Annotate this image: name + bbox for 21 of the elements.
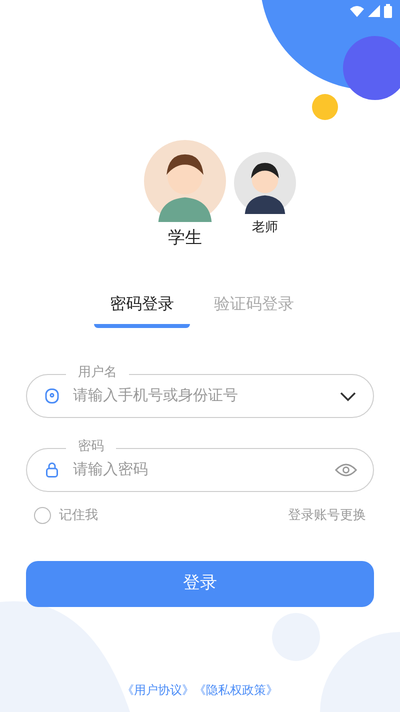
avatar[interactable] [144, 140, 226, 222]
policy-link[interactable]: 《用户协议》 [122, 681, 194, 699]
role-label: 老师 [252, 219, 278, 237]
user-icon [43, 386, 61, 404]
wifi-icon [350, 5, 364, 17]
avatar[interactable] [234, 152, 296, 214]
remember-label: 记住我 [59, 506, 98, 524]
text-input[interactable]: 请输入密码 [73, 458, 323, 481]
switch-account-link[interactable]: 登录账号更换 [288, 506, 366, 525]
role-label: 学生 [168, 227, 202, 250]
eye-icon[interactable] [335, 462, 357, 478]
battery-icon [384, 4, 392, 18]
lock-icon [43, 460, 61, 478]
login-button[interactable]: 登录 [26, 561, 374, 607]
login-tab[interactable]: 验证码登录 [214, 292, 294, 328]
policy-link[interactable]: 《隐私权政策》 [194, 681, 278, 699]
signal-icon [368, 5, 380, 17]
remember-checkbox[interactable] [34, 506, 51, 524]
chevron-down-icon[interactable] [339, 390, 357, 402]
text-input[interactable]: 请输入手机号或身份证号 [73, 384, 327, 407]
login-tab[interactable]: 密码登录 [94, 292, 190, 328]
